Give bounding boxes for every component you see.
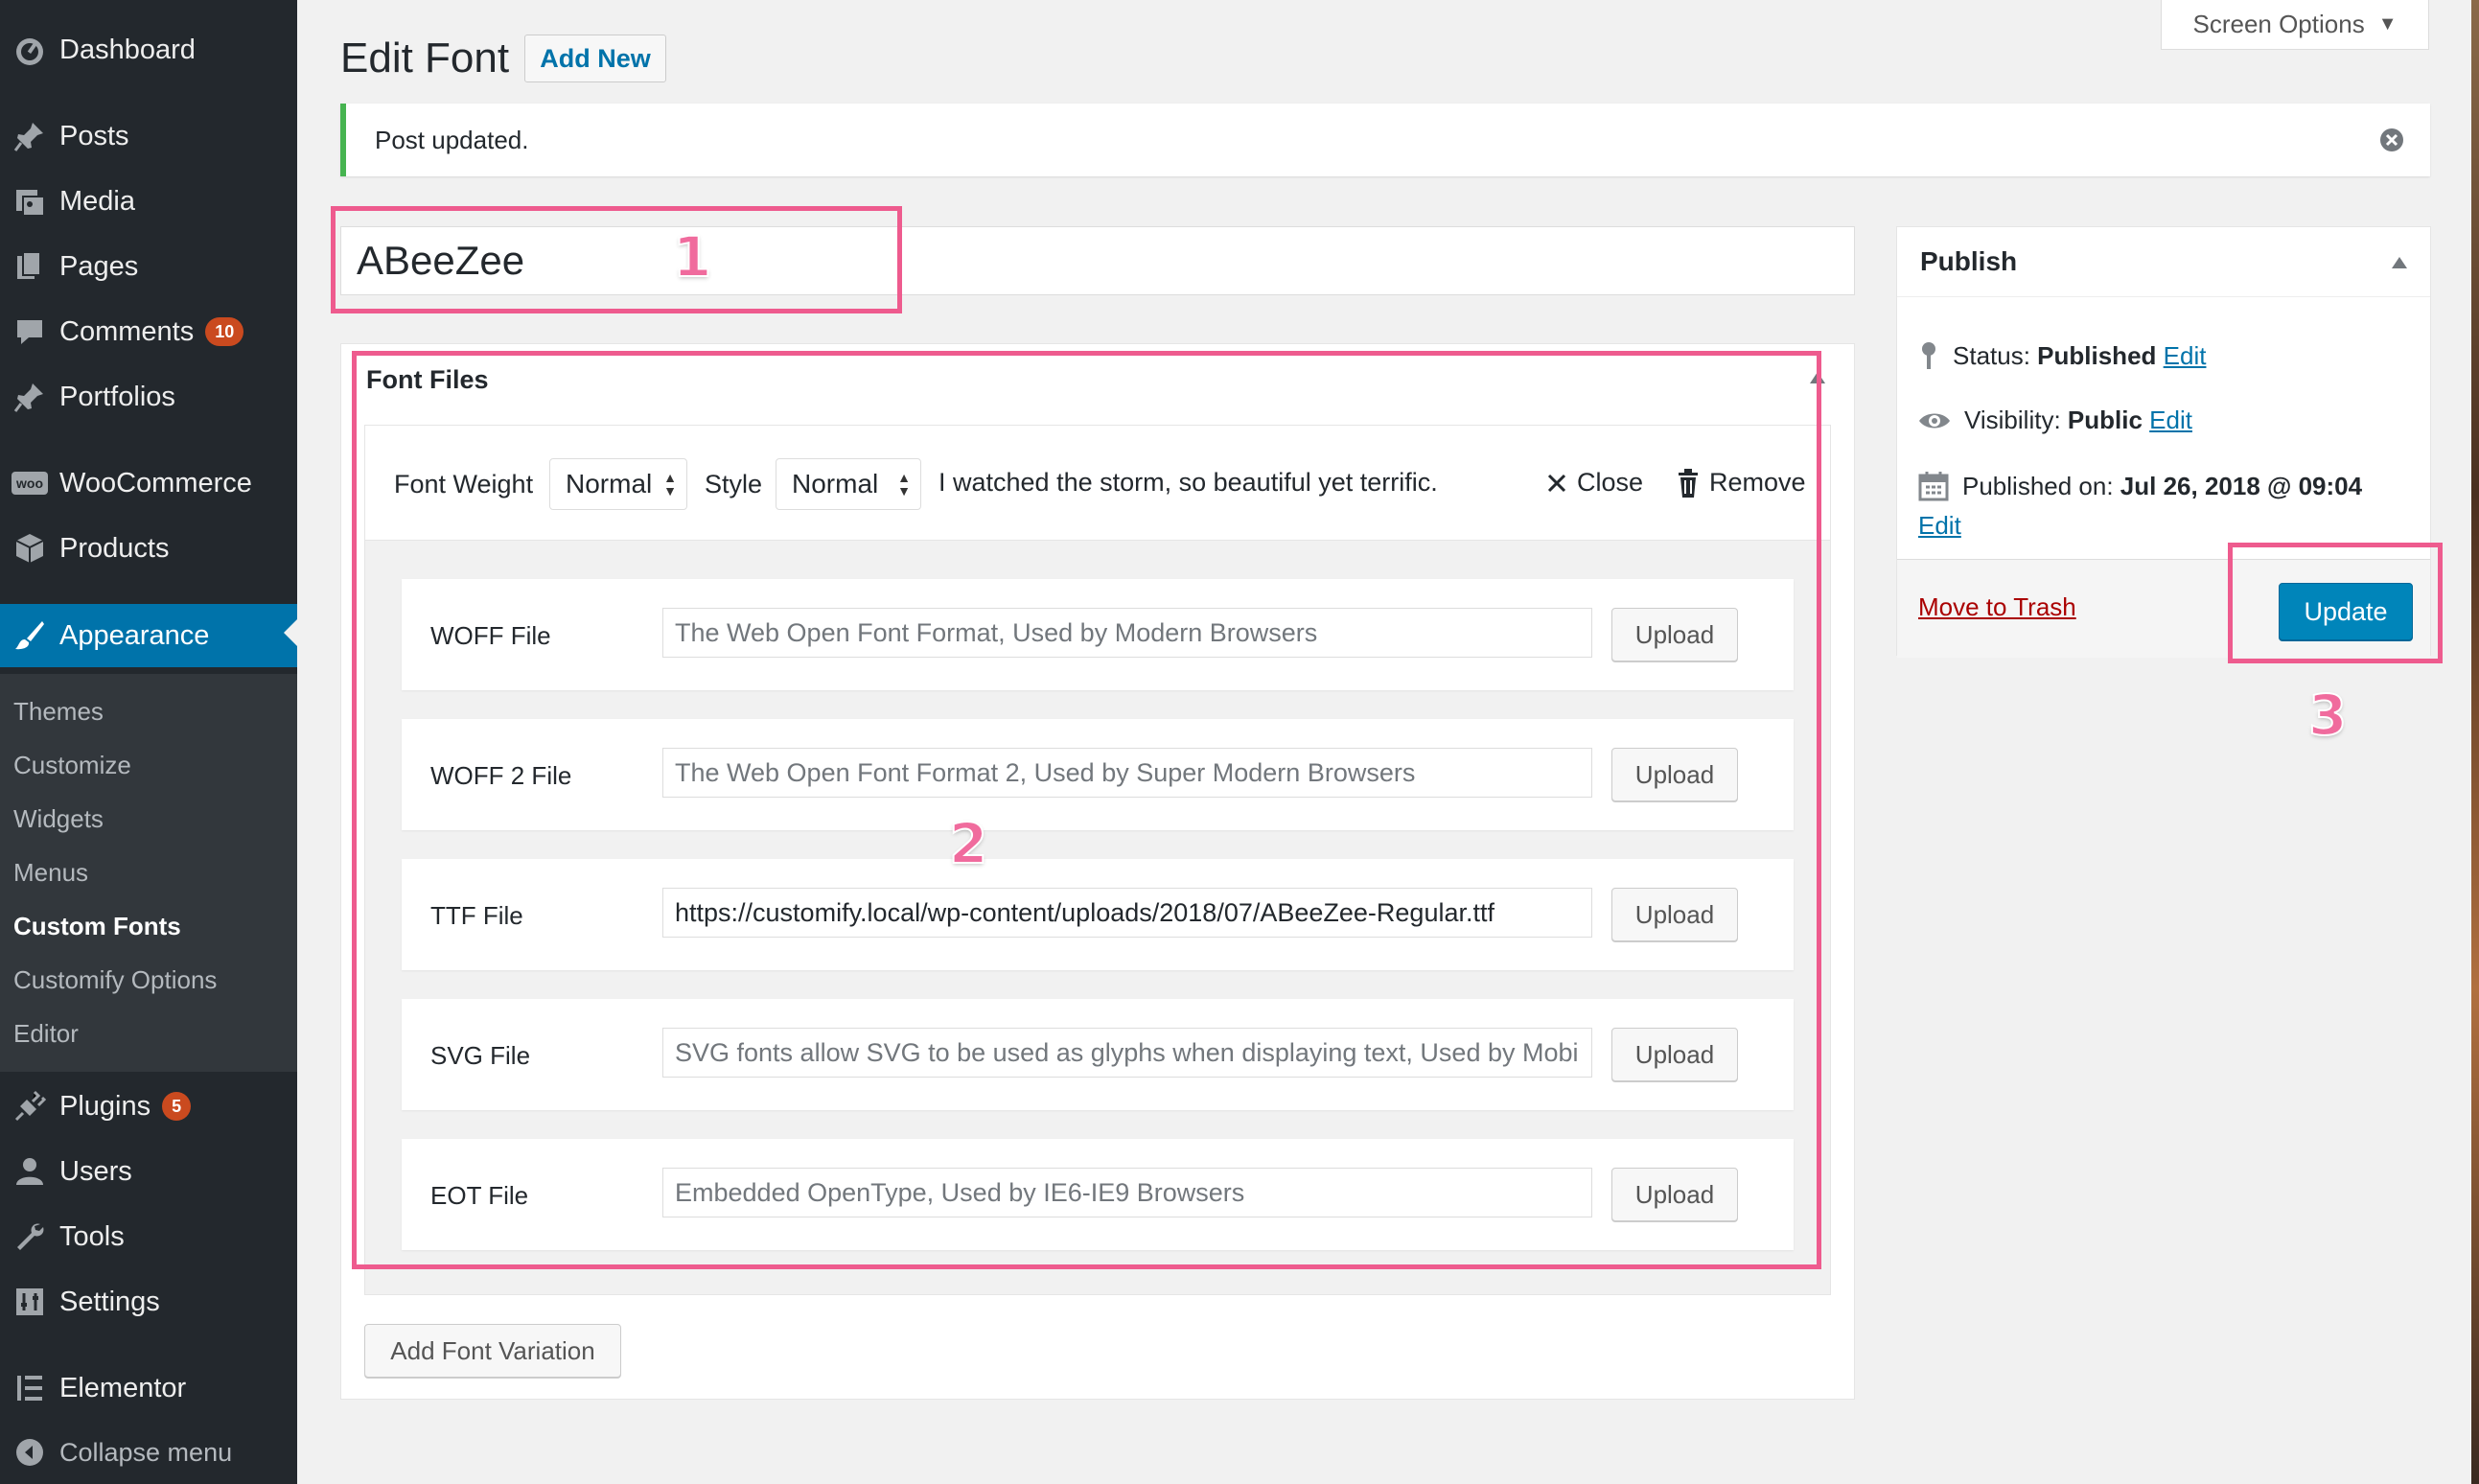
- visibility-line: Visibility: Public Edit: [1918, 406, 2192, 435]
- collapse-icon: [0, 1438, 59, 1467]
- woocommerce-icon-text: woo: [12, 472, 48, 495]
- menu-settings[interactable]: Settings: [0, 1273, 297, 1331]
- menu-woocommerce[interactable]: woo WooCommerce: [0, 454, 297, 512]
- visibility-label: Visibility:: [1964, 406, 2061, 434]
- submenu-customify-options[interactable]: Customify Options: [13, 965, 217, 995]
- screen-options-button[interactable]: Screen Options ▼: [2161, 0, 2429, 50]
- menu-media[interactable]: Media: [0, 173, 297, 230]
- menu-users-label: Users: [59, 1155, 132, 1187]
- menu-media-label: Media: [59, 185, 135, 217]
- menu-users[interactable]: Users: [0, 1143, 297, 1200]
- visibility-value: Public: [2067, 406, 2143, 434]
- menu-elementor-label: Elementor: [59, 1372, 187, 1403]
- eye-icon: [1919, 413, 1950, 428]
- add-font-variation-button[interactable]: Add Font Variation: [364, 1324, 621, 1378]
- collapse-menu[interactable]: Collapse menu: [0, 1428, 297, 1476]
- pin-icon: [1922, 342, 1935, 369]
- menu-pages[interactable]: Pages: [0, 238, 297, 295]
- media-icon: [0, 185, 59, 218]
- screen-options-label: Screen Options: [2192, 10, 2365, 38]
- elementor-icon: [0, 1372, 59, 1404]
- calendar-icon: [1918, 472, 1949, 501]
- box-icon: [0, 532, 59, 565]
- annotation-box-font-files: [352, 351, 1821, 1269]
- wrench-icon: [0, 1220, 59, 1253]
- desktop-edge: [2471, 0, 2479, 1484]
- woocommerce-icon: woo: [0, 472, 59, 495]
- dashboard-icon: [0, 34, 59, 66]
- pin-icon: [0, 381, 59, 413]
- menu-dashboard-label: Dashboard: [59, 34, 196, 65]
- status-edit-link[interactable]: Edit: [2164, 341, 2207, 370]
- menu-tools[interactable]: Tools: [0, 1208, 297, 1265]
- comments-count-badge: 10: [205, 317, 244, 346]
- submenu-themes[interactable]: Themes: [13, 697, 104, 727]
- menu-products-label: Products: [59, 532, 170, 564]
- menu-plugins-label: Plugins: [59, 1090, 151, 1122]
- submenu-custom-fonts[interactable]: Custom Fonts: [13, 912, 181, 941]
- published-on-edit-link[interactable]: Edit: [1918, 511, 1961, 541]
- published-on-value: Jul 26, 2018 @ 09:04: [2120, 471, 2363, 500]
- menu-posts[interactable]: Posts: [0, 107, 297, 165]
- submenu-customize[interactable]: Customize: [13, 751, 131, 780]
- menu-comments[interactable]: Comments 10: [0, 303, 297, 360]
- move-to-trash-link[interactable]: Move to Trash: [1918, 592, 2076, 622]
- publish-title: Publish: [1920, 246, 2018, 276]
- visibility-edit-link[interactable]: Edit: [2149, 406, 2192, 434]
- appearance-submenu: Themes Customize Widgets Menus Custom Fo…: [0, 674, 297, 1072]
- page-title: Edit Font: [340, 35, 510, 81]
- publish-header: Publish: [1897, 227, 2430, 297]
- notice-message: Post updated.: [375, 126, 529, 154]
- submenu-editor[interactable]: Editor: [13, 1019, 79, 1049]
- plugins-count-badge: 5: [162, 1092, 192, 1121]
- menu-posts-label: Posts: [59, 120, 129, 151]
- collapse-menu-label: Collapse menu: [59, 1437, 233, 1467]
- update-notice: Post updated.: [340, 104, 2430, 176]
- annotation-box-update: [2228, 543, 2443, 663]
- menu-appearance[interactable]: Appearance: [0, 604, 297, 667]
- menu-portfolios-label: Portfolios: [59, 381, 175, 412]
- status-value: Published: [2037, 340, 2157, 370]
- menu-comments-label: Comments: [59, 315, 195, 347]
- annotation-number-3: 3: [2307, 682, 2348, 749]
- pin-icon: [0, 120, 59, 152]
- user-icon: [0, 1155, 59, 1188]
- annotation-box-title: [331, 206, 902, 313]
- submenu-widgets[interactable]: Widgets: [13, 804, 104, 834]
- annotation-number-2: 2: [948, 810, 988, 877]
- pages-icon: [0, 250, 59, 283]
- published-on-label: Published on:: [1962, 471, 2114, 500]
- comment-icon: [0, 315, 59, 348]
- settings-sliders-icon: [0, 1286, 59, 1318]
- status-label: Status:: [1953, 340, 2030, 370]
- menu-plugins[interactable]: Plugins 5: [0, 1078, 297, 1135]
- menu-portfolios[interactable]: Portfolios: [0, 368, 297, 426]
- annotation-number-1: 1: [672, 223, 712, 290]
- menu-elementor[interactable]: Elementor: [0, 1359, 297, 1417]
- admin-sidebar: Dashboard Posts Media Pages Comments 10 …: [0, 0, 297, 1484]
- menu-appearance-label: Appearance: [59, 619, 210, 651]
- toggle-arrow-icon[interactable]: [2392, 256, 2407, 273]
- dismiss-icon[interactable]: [2378, 127, 2405, 158]
- menu-pages-label: Pages: [59, 250, 139, 282]
- menu-woocommerce-label: WooCommerce: [59, 467, 252, 499]
- submenu-menus[interactable]: Menus: [13, 858, 88, 888]
- caret-down-icon: ▼: [2377, 13, 2398, 35]
- menu-products[interactable]: Products: [0, 520, 297, 577]
- brush-icon: [0, 619, 59, 652]
- menu-dashboard[interactable]: Dashboard: [0, 21, 297, 79]
- published-on-line: Published on: Jul 26, 2018 @ 09:04: [1918, 471, 2362, 501]
- menu-tools-label: Tools: [59, 1220, 125, 1252]
- status-line: Status: Published Edit: [1918, 340, 2206, 371]
- plug-icon: [0, 1090, 59, 1123]
- add-new-button[interactable]: Add New: [524, 35, 666, 82]
- menu-settings-label: Settings: [59, 1286, 160, 1317]
